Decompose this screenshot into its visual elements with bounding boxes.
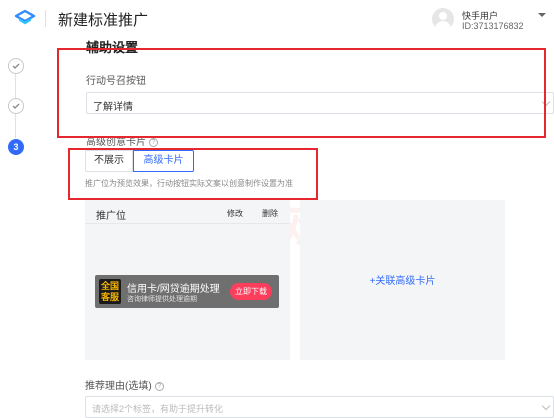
ad-card-preview: 全国 客服 信用卡/网贷逾期处理 咨询律师提供处理逾期 立即下载: [95, 275, 279, 308]
edit-button[interactable]: 修改: [227, 208, 243, 219]
step-2-done[interactable]: [8, 98, 24, 114]
link-advanced-card-button[interactable]: +关联高级卡片: [300, 272, 505, 287]
user-id: ID:3713176832: [462, 21, 524, 31]
reason-select[interactable]: 请选择2个标签，有助于提升转化: [85, 396, 554, 418]
annotation-box-card: [68, 148, 318, 200]
help-icon[interactable]: ?: [154, 382, 164, 391]
step-connector: [15, 74, 16, 98]
step-3-current[interactable]: 3: [8, 139, 24, 155]
top-header: 新建标准推广 快手用户 ID:3713176832: [0, 0, 554, 38]
ad-download-button: 立即下载: [230, 283, 272, 300]
step-connector: [15, 114, 16, 138]
annotation-box-cta: [57, 48, 546, 138]
delete-button[interactable]: 删除: [262, 208, 278, 219]
link-card-panel[interactable]: +关联高级卡片: [300, 200, 505, 360]
kuaishou-logo-icon[interactable]: [14, 9, 36, 27]
reason-label: 推荐理由(选填): [85, 381, 152, 392]
chevron-down-icon: [541, 401, 551, 411]
step-1-done[interactable]: [8, 58, 24, 74]
preview-slot-panel: 推广位 修改 删除 全国 客服 信用卡/网贷逾期处理 咨询律师提供处理逾期 立即…: [85, 200, 290, 360]
preview-slot-header: 推广位 修改 删除: [85, 200, 290, 224]
ad-subtitle: 咨询律师提供处理逾期: [127, 296, 197, 303]
ad-title: 信用卡/网贷逾期处理: [127, 284, 220, 295]
header-divider: [45, 10, 46, 27]
preview-slot-title: 推广位: [96, 211, 126, 222]
reason-placeholder: 请选择2个标签，有助于提升转化: [92, 404, 224, 414]
ad-logo: 全国 客服: [99, 279, 121, 304]
card-label: 高级创意卡片: [86, 137, 146, 148]
avatar[interactable]: [432, 8, 454, 30]
page-title: 新建标准推广: [58, 12, 149, 29]
reason-label-row: 推荐理由(选填)?: [85, 377, 164, 392]
chevron-down-icon[interactable]: [538, 13, 546, 17]
check-icon: [12, 103, 20, 109]
help-icon[interactable]: ?: [149, 138, 158, 147]
check-icon: [12, 63, 20, 69]
